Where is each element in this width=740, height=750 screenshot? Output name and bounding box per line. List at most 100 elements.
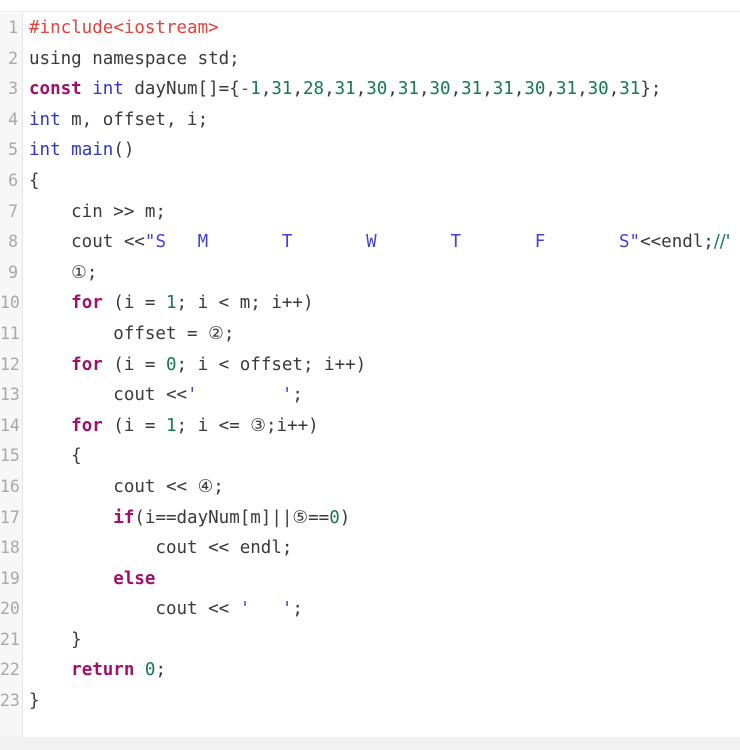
- token-plain: cin >> m;: [29, 201, 166, 222]
- token-number: 31: [492, 79, 514, 100]
- token-plain: ; i <=: [176, 415, 251, 436]
- token-comma: ,: [387, 79, 398, 100]
- footer-band: [0, 737, 740, 750]
- token-brace-open: {: [29, 170, 40, 191]
- token-identifier: dayNum[]={: [123, 79, 240, 100]
- code-line[interactable]: 16 cout << ④;: [0, 472, 740, 503]
- token-plain: cout <<: [29, 385, 188, 406]
- token-plain: m, offset, i;: [60, 109, 209, 130]
- line-number: 16: [0, 476, 20, 496]
- token-number: 0: [144, 660, 156, 681]
- line-number: 13: [0, 385, 20, 405]
- token-plain: using namespace std;: [29, 48, 240, 69]
- token-function-main: main: [71, 140, 114, 161]
- line-number: 14: [0, 415, 20, 435]
- code-line[interactable]: 14 for (i = 1; i <= ③;i++): [0, 411, 740, 442]
- token-plain: (i =: [102, 415, 166, 436]
- token-comma: ,: [482, 79, 493, 100]
- line-source: const int dayNum[]={-1,31,28,31,30,31,30…: [29, 74, 661, 105]
- token-keyword-for: for: [71, 293, 103, 314]
- code-line[interactable]: 13 cout <<' ';: [0, 380, 740, 411]
- token-plain: cout << endl;: [29, 538, 293, 559]
- token-number: 31: [619, 79, 641, 100]
- token-number: 1: [165, 293, 177, 314]
- token-comma: ,: [260, 79, 272, 100]
- token-plain: cout <<: [29, 232, 145, 253]
- code-line[interactable]: 18 cout << endl;: [0, 533, 740, 564]
- token-tail: };: [640, 79, 662, 100]
- line-number: 2: [8, 48, 18, 68]
- line-number: 22: [0, 660, 20, 680]
- token-plain: (i==dayNum[m]||: [134, 507, 293, 528]
- code-line[interactable]: 3 const int dayNum[]={-1,31,28,31,30,31,…: [0, 74, 740, 105]
- token-preprocessor: #include<iostream>: [29, 18, 219, 38]
- token-plain: ; i < offset; i++): [176, 354, 367, 375]
- top-divider: [0, 0, 740, 12]
- code-line[interactable]: 12 for (i = 0; i < offset; i++): [0, 350, 740, 381]
- code-line[interactable]: 9 ①;: [0, 258, 740, 289]
- token-number: 31: [271, 79, 293, 100]
- blank-marker-5: ⑤: [292, 507, 309, 528]
- code-line[interactable]: 11 offset = ②;: [0, 319, 740, 350]
- code-line[interactable]: 19 else: [0, 564, 740, 595]
- token-plain: <<endl;: [640, 232, 714, 253]
- token-comma: ,: [450, 79, 462, 100]
- token-keyword-for: for: [71, 354, 103, 375]
- code-editor[interactable]: 1 #include<iostream> 2 using namespace s…: [0, 13, 740, 737]
- code-line[interactable]: 1 #include<iostream>: [0, 13, 740, 44]
- line-source: for (i = 1; i < m; i++): [29, 288, 313, 319]
- token-comma: ,: [418, 79, 430, 100]
- token-comma: ,: [324, 79, 335, 100]
- line-number: 4: [8, 109, 18, 129]
- line-number: 3: [8, 79, 18, 99]
- line-number: 19: [0, 568, 20, 588]
- token-parens: (): [113, 140, 135, 161]
- token-keyword-for: for: [71, 415, 103, 436]
- token-comma: ,: [355, 79, 367, 100]
- code-line[interactable]: 15 {: [0, 441, 740, 472]
- token-number: 30: [587, 79, 609, 100]
- code-line[interactable]: 20 cout << ' ';: [0, 594, 740, 625]
- code-line[interactable]: 10 for (i = 1; i < m; i++): [0, 288, 740, 319]
- code-line[interactable]: 22 return 0;: [0, 655, 740, 686]
- line-source: int m, offset, i;: [29, 105, 208, 136]
- token-semicolon: ;: [223, 323, 235, 344]
- token-comma: ,: [545, 79, 556, 100]
- token-type-int: int: [92, 79, 124, 100]
- code-line[interactable]: 6 {: [0, 166, 740, 197]
- code-line[interactable]: 21 }: [0, 625, 740, 656]
- token-keyword-return: return: [71, 660, 135, 681]
- line-number: 18: [0, 538, 20, 558]
- token-paren-close: ): [339, 507, 351, 528]
- line-source: else: [29, 564, 155, 595]
- blank-marker-3: ③: [250, 415, 266, 436]
- line-number: 23: [0, 691, 20, 711]
- code-line[interactable]: 23 }: [0, 686, 740, 717]
- token-number: 30: [366, 79, 388, 100]
- code-line[interactable]: 4 int m, offset, i;: [0, 105, 740, 136]
- code-line[interactable]: 17 if(i==dayNum[m]||⑤==0): [0, 503, 740, 534]
- token-number: 31: [397, 79, 419, 100]
- code-line[interactable]: 7 cin >> m;: [0, 197, 740, 228]
- blank-marker-1: ①: [71, 262, 87, 283]
- line-source: cout << endl;: [29, 533, 292, 564]
- line-number: 5: [8, 140, 18, 160]
- code-line[interactable]: 2 using namespace std;: [0, 44, 740, 75]
- token-number: 31: [556, 79, 578, 100]
- line-source: using namespace std;: [29, 44, 240, 75]
- token-type-int: int: [29, 109, 61, 130]
- token-number-list: -1,31,28,31,30,31,30,31,31,30,31,30,31: [240, 79, 641, 99]
- code-line[interactable]: 5 int main(): [0, 135, 740, 166]
- code-line[interactable]: 8 cout <<"S M T W T F S"<<endl;//' '为tab…: [0, 227, 740, 258]
- token-semicolon: ;: [155, 660, 167, 681]
- token-keyword-if: if: [113, 507, 135, 528]
- token-comment: //' '为tab制表符: [713, 232, 731, 253]
- token-number: 0: [329, 507, 340, 528]
- line-source: for (i = 0; i < offset; i++): [29, 350, 366, 381]
- line-source: ①;: [29, 258, 97, 289]
